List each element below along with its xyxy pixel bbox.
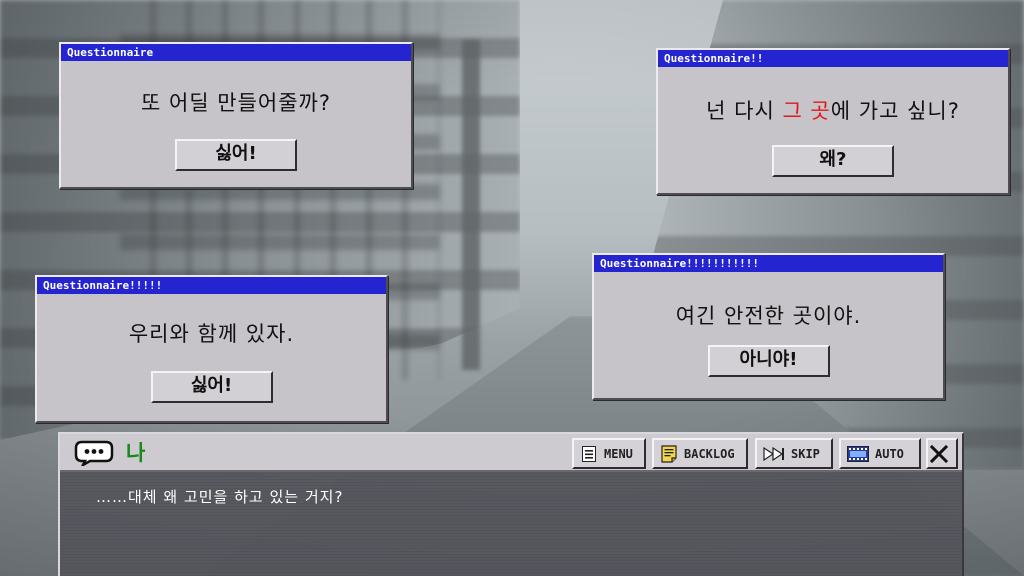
list-icon bbox=[580, 445, 598, 463]
popup-message: 여긴 안전한 곳이야. bbox=[675, 304, 862, 328]
message-highlight: 그 곳 bbox=[782, 99, 831, 123]
popup-message: 또 어딜 만들어줄까? bbox=[140, 91, 332, 115]
auto-label: AUTO bbox=[875, 446, 904, 461]
dialogue-text: ……대체 왜 고민을 하고 있는 거지? bbox=[96, 488, 344, 506]
speaker-name: 나 bbox=[126, 441, 146, 465]
dialogue-box[interactable]: 나 MENU BACKLOG SKIP AUTO ……대체 왜 고민을 하고 있… bbox=[58, 432, 964, 576]
fast-forward-icon bbox=[763, 445, 785, 463]
message-part: 넌 다시 bbox=[706, 99, 783, 123]
skip-button[interactable]: SKIP bbox=[755, 438, 833, 469]
popup-title: Questionnaire!!!!! bbox=[37, 277, 386, 294]
backlog-button[interactable]: BACKLOG bbox=[652, 438, 748, 469]
questionnaire-popup-2: Questionnaire!! 넌 다시 그 곳에 가고 싶니? 왜? bbox=[656, 48, 1010, 195]
auto-button[interactable]: AUTO bbox=[839, 438, 921, 469]
why-button[interactable]: 왜? bbox=[772, 145, 894, 177]
dialogue-header: 나 MENU BACKLOG SKIP AUTO bbox=[60, 434, 962, 472]
film-icon bbox=[847, 445, 869, 463]
close-button[interactable] bbox=[926, 438, 958, 469]
popup-title: Questionnaire!!!!!!!!!!! bbox=[594, 255, 943, 272]
popup-title: Questionnaire bbox=[61, 44, 411, 61]
close-icon bbox=[930, 444, 948, 463]
popup-title: Questionnaire!! bbox=[658, 50, 1008, 67]
menu-button[interactable]: MENU bbox=[572, 438, 646, 469]
skip-label: SKIP bbox=[791, 446, 820, 461]
questionnaire-popup-1: Questionnaire 또 어딜 만들어줄까? 싫어! bbox=[59, 42, 413, 189]
questionnaire-popup-3: Questionnaire!!!!! 우리와 함께 있자. 싫어! bbox=[35, 275, 388, 423]
popup-message: 넌 다시 그 곳에 가고 싶니? bbox=[658, 95, 1008, 125]
popup-message: 우리와 함께 있자. bbox=[128, 322, 295, 346]
refuse-button[interactable]: 싫어! bbox=[175, 139, 297, 171]
message-part: 에 가고 싶니? bbox=[830, 99, 960, 123]
backlog-label: BACKLOG bbox=[684, 446, 735, 461]
no-button[interactable]: 아니야! bbox=[707, 345, 830, 377]
speech-bubble-icon bbox=[74, 440, 114, 469]
questionnaire-popup-4: Questionnaire!!!!!!!!!!! 여긴 안전한 곳이야. 아니야… bbox=[592, 253, 945, 400]
notepad-icon bbox=[660, 444, 678, 463]
menu-label: MENU bbox=[604, 446, 633, 461]
refuse-button[interactable]: 싫어! bbox=[150, 371, 273, 403]
